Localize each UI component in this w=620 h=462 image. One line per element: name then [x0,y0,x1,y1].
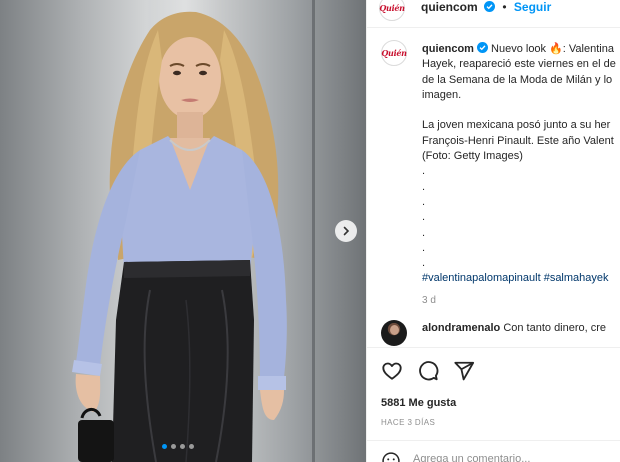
caption-dot-line: . [422,211,426,224]
post-header: Quién quiencom • Seguir [367,0,620,28]
caption-line: quiencom Nuevo look 🔥: Valentina [422,42,620,57]
caption-dot-line: . [422,180,426,193]
carousel-indicator [162,444,194,449]
caption-line: Hayek, reapareció este viernes en el de [422,58,616,71]
carousel-dot [189,444,194,449]
action-icons [381,360,475,382]
caption-line: de la Semana de la Moda de Milán y lo [422,73,613,86]
carousel-dot [180,444,185,449]
heart-icon [382,362,402,380]
add-comment-bar: Agrega un comentario... [367,440,620,462]
comment-body: Con tanto dinero, cre [503,322,607,334]
paper-plane-icon [454,361,475,381]
caption-dot-line: . [422,241,426,254]
caption-username[interactable]: quiencom [422,43,474,55]
comment-bubble-icon [419,361,439,381]
carousel-dot [171,444,176,449]
brand-logo-text: Quién [379,3,405,13]
caption-dot-line: . [422,165,426,178]
caption-line: La joven mexicana posó junto a su her [422,119,611,132]
post-age: HACE 3 DÍAS [381,418,436,427]
post-media[interactable] [0,0,366,462]
next-slide-button[interactable] [335,220,357,242]
post-username[interactable]: quiencom [421,0,478,14]
post-header-row: quiencom • Seguir [421,0,551,14]
caption-line: (Foto: Getty Images) [422,150,523,163]
comment-username[interactable]: alondramenalo [422,322,500,334]
caption-dot-line: . [422,257,426,270]
comment-input[interactable]: Agrega un comentario... [413,453,530,462]
caption-avatar[interactable]: Quién [381,40,407,66]
caption-line: François-Henri Pinault. Este año Valent [422,134,614,147]
caption-dot-line: . [422,195,426,208]
caption-dot-line: . [422,226,426,239]
comment-item: alondramenalo Con tanto dinero, cre [381,320,620,346]
carousel-dot [162,444,167,449]
follow-button[interactable]: Seguir [514,0,551,14]
profile-avatar[interactable]: Quién [379,0,405,21]
header-separator: • [502,0,507,14]
comment-avatar[interactable] [381,320,407,346]
post-photo [72,11,287,462]
likes-count[interactable]: 5881 Me gusta [381,397,456,409]
chevron-right-icon [343,226,350,236]
post-side-panel: Quién quiencom • Seguir Quién quiencom N… [366,0,620,462]
caption-text: quiencom Nuevo look 🔥: Valentina Hayek, … [422,42,620,308]
brand-logo-text: Quién [381,48,407,58]
comment-button[interactable] [417,360,439,382]
like-button[interactable] [381,360,403,382]
caption-line: imagen. [422,88,462,101]
emoji-icon[interactable] [381,451,401,462]
comment-text: alondramenalo Con tanto dinero, cre [422,322,606,334]
verified-badge-icon [484,1,496,12]
caption-line-text: Nuevo look 🔥: Valentina [491,43,614,55]
verified-badge-icon [476,42,488,53]
action-bar: 5881 Me gusta HACE 3 DÍAS Agrega un come… [367,347,620,462]
share-button[interactable] [453,360,475,382]
caption-hashtags[interactable]: #valentinapalomapinault #salmahayek [422,271,620,286]
caption-timestamp[interactable]: 3 d [422,293,620,308]
